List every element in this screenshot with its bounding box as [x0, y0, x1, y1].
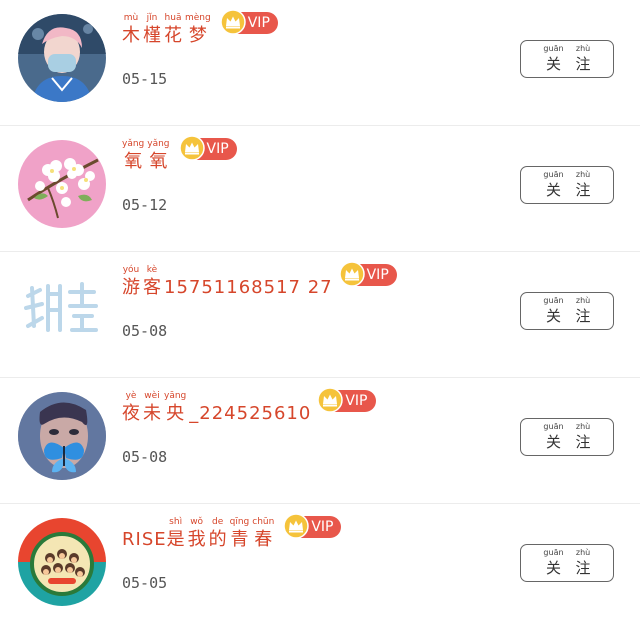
- follow-button[interactable]: guān 关 zhù 注: [520, 292, 614, 330]
- vip-label: VIP: [247, 15, 270, 31]
- name-char: huā 花: [164, 13, 182, 46]
- vip-badge: VIP: [283, 513, 342, 539]
- name-char: yǎng 氧: [147, 139, 170, 172]
- name-char: chūn 春: [252, 517, 275, 550]
- date: 05-15: [122, 70, 168, 88]
- name-char: de 的: [208, 517, 227, 550]
- username-line: yǎng 氧 yǎng 氧 VIP: [122, 135, 237, 174]
- list-item[interactable]: yóu 游 kè 客 15751168517 27 VIP 05-08 guān 关 …: [0, 252, 640, 378]
- name-char: yāng 央: [164, 391, 187, 424]
- follow-button[interactable]: guān 关 zhù 注: [520, 40, 614, 78]
- username-line: yè 夜 wèi 未 yāng 央 _224525610 VIP: [122, 387, 376, 426]
- name-char: wèi 未: [143, 391, 161, 424]
- crown-icon: [338, 261, 365, 287]
- name-char: yǎng 氧: [122, 139, 145, 172]
- vip-label: VIP: [206, 141, 229, 157]
- button-char: guān 关: [543, 422, 564, 451]
- date: 05-08: [122, 448, 168, 466]
- name-char: yóu 游: [122, 265, 140, 298]
- crown-icon: [178, 135, 205, 161]
- follow-button[interactable]: guān 关 zhù 注: [520, 418, 614, 456]
- username-number: 15751168517 27: [164, 277, 333, 298]
- name-char: mù 木: [122, 13, 140, 46]
- vip-badge: VIP: [178, 135, 237, 161]
- button-char: guān 关: [543, 170, 564, 199]
- follow-button[interactable]: guān 关 zhù 注: [520, 166, 614, 204]
- date: 05-12: [122, 196, 168, 214]
- avatar[interactable]: [18, 14, 106, 102]
- list-item[interactable]: RISE shì 是 wǒ 我 de 的 qīng 青 chūn 春 VIP 05-05 …: [0, 504, 640, 630]
- avatar[interactable]: [18, 518, 106, 606]
- avatar[interactable]: [18, 266, 106, 354]
- list-item[interactable]: yǎng 氧 yǎng 氧 VIP 05-12 guān 关 zhù 注: [0, 126, 640, 252]
- crown-icon: [283, 513, 310, 539]
- avatar[interactable]: [18, 392, 106, 480]
- button-char: zhù 注: [575, 548, 591, 577]
- username[interactable]: yè 夜 wèi 未 yāng 央 _224525610: [122, 391, 311, 426]
- avatar[interactable]: [18, 140, 106, 228]
- button-char: zhù 注: [575, 296, 591, 325]
- vip-label: VIP: [345, 393, 368, 409]
- white-flowers-avatar: [18, 140, 106, 228]
- butterfly-face-avatar: [18, 392, 106, 480]
- button-char: zhù 注: [575, 422, 591, 451]
- vip-label: VIP: [311, 519, 334, 535]
- list-item[interactable]: yè 夜 wèi 未 yāng 央 _224525610 VIP 05-08 guān…: [0, 378, 640, 504]
- username-line: mù 木 jǐn 槿 huā 花 mèng 梦 VIP: [122, 9, 278, 48]
- button-char: guān 关: [543, 296, 564, 325]
- username[interactable]: yǎng 氧 yǎng 氧: [122, 139, 173, 174]
- person-with-mask-avatar: [18, 14, 106, 102]
- button-char: guān 关: [543, 548, 564, 577]
- name-char: mèng 梦: [185, 13, 211, 46]
- username-prefix: RISE: [122, 529, 167, 550]
- username-number: _224525610: [189, 403, 312, 424]
- button-char: zhù 注: [575, 44, 591, 73]
- name-char: wǒ 我: [187, 517, 206, 550]
- date: 05-05: [122, 574, 168, 592]
- list-item[interactable]: mù 木 jǐn 槿 huā 花 mèng 梦 VIP 05-15 guān 关 zhù 注: [0, 0, 640, 126]
- username-line: RISE shì 是 wǒ 我 de 的 qīng 青 chūn 春 VIP: [122, 513, 342, 552]
- name-char: yè 夜: [122, 391, 140, 424]
- username[interactable]: mù 木 jǐn 槿 huā 花 mèng 梦: [122, 13, 214, 48]
- button-char: zhù 注: [575, 170, 591, 199]
- crown-icon: [317, 387, 344, 413]
- vip-badge: VIP: [317, 387, 376, 413]
- crown-icon: [219, 9, 246, 35]
- name-char: qīng 青: [229, 517, 250, 550]
- username[interactable]: yóu 游 kè 客 15751168517 27: [122, 265, 333, 300]
- group-cartoon-avatar: [18, 518, 106, 606]
- username[interactable]: RISE shì 是 wǒ 我 de 的 qīng 青 chūn 春: [122, 517, 277, 552]
- vip-badge: VIP: [338, 261, 397, 287]
- follow-button[interactable]: guān 关 zhù 注: [520, 544, 614, 582]
- name-char: shì 是: [166, 517, 185, 550]
- vip-badge: VIP: [219, 9, 278, 35]
- username-line: yóu 游 kè 客 15751168517 27 VIP: [122, 261, 397, 300]
- name-char: kè 客: [143, 265, 161, 298]
- date: 05-08: [122, 322, 168, 340]
- faded-text-avatar: [18, 266, 106, 354]
- vip-label: VIP: [366, 267, 389, 283]
- user-list: mù 木 jǐn 槿 huā 花 mèng 梦 VIP 05-15 guān 关 zhù 注: [0, 0, 640, 630]
- name-char: jǐn 槿: [143, 13, 161, 46]
- button-char: guān 关: [543, 44, 564, 73]
